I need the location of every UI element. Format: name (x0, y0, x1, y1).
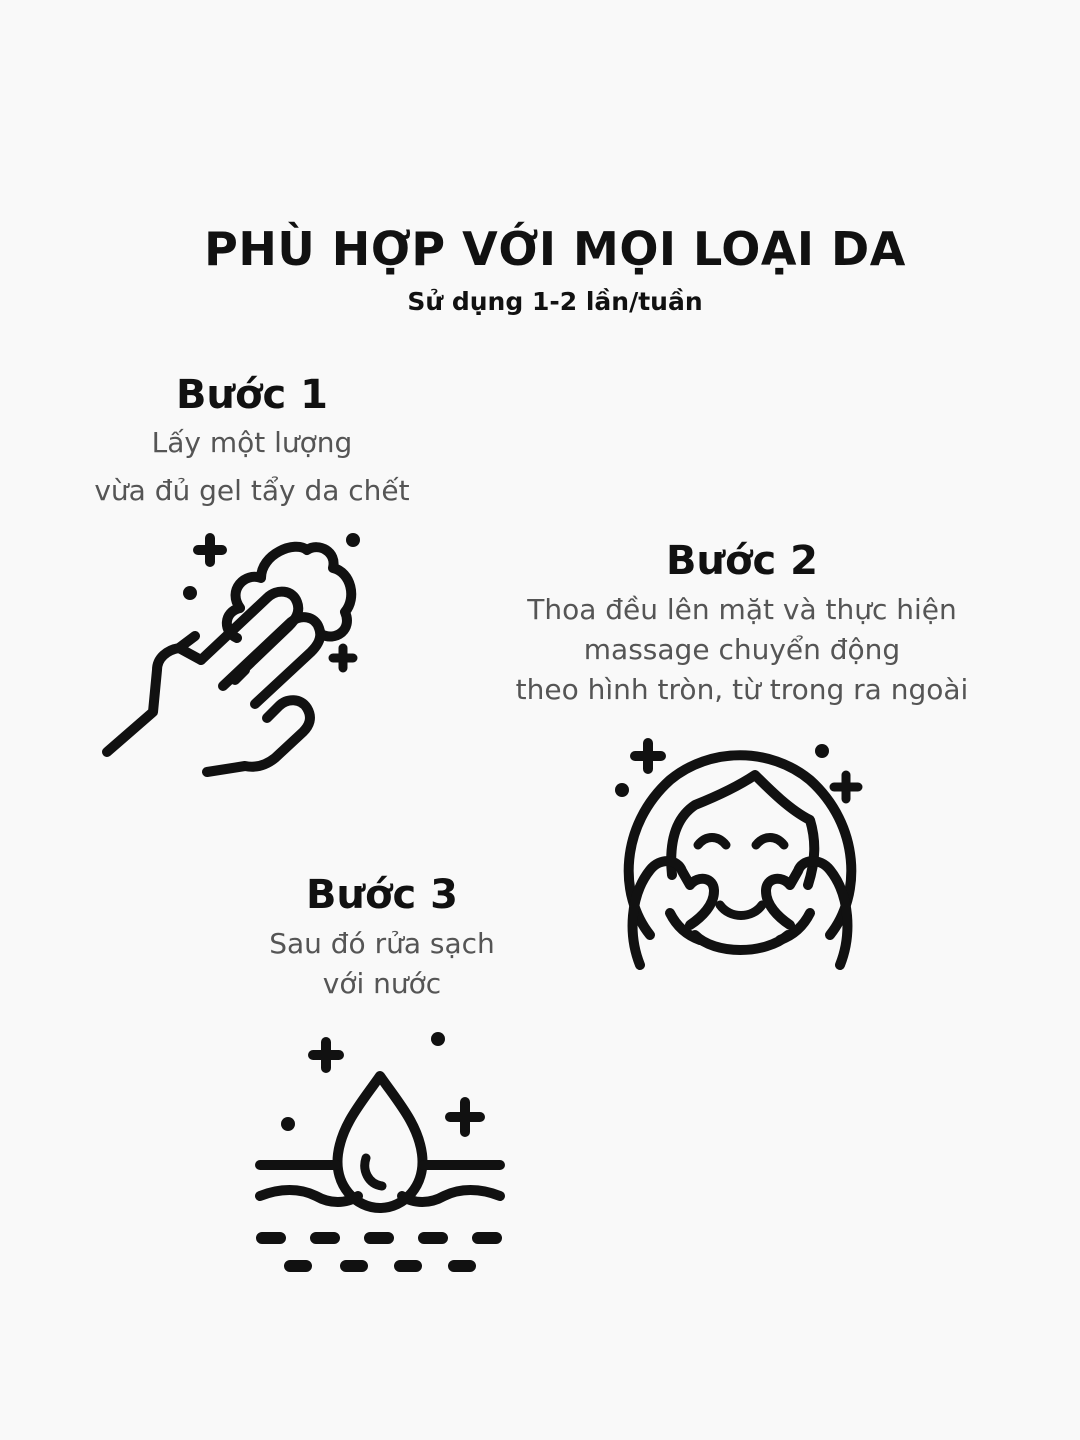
step-1-description-line: Lấy một lượng (151, 426, 353, 459)
step-3-description-line: với nước (322, 967, 442, 1000)
page-subtitle: Sử dụng 1-2 lần/tuần (407, 287, 703, 316)
step-1-description-line: vừa đủ gel tẩy da chết (94, 474, 410, 507)
step-3-title: Bước 3 (306, 872, 458, 918)
step-1-title: Bước 1 (176, 372, 328, 418)
step-2-description-line: theo hình tròn, từ trong ra ngoài (515, 673, 969, 706)
step-3-description-line: Sau đó rửa sạch (269, 927, 495, 960)
step-3-description: Sau đó rửa sạch với nước (182, 924, 582, 1004)
hand-foam-icon (102, 533, 360, 777)
step-2-description: Thoa đều lên mặt và thực hiện massage ch… (492, 590, 992, 710)
step-1-description: Lấy một lượng vừa đủ gel tẩy da chết (52, 423, 452, 511)
step-2-description-line: Thoa đều lên mặt và thực hiện (527, 593, 957, 626)
step-2-title: Bước 2 (666, 538, 818, 584)
page-title: PHÙ HỢP VỚI MỌI LOẠI DA (204, 222, 906, 276)
water-drop-skin-icon (255, 1032, 505, 1272)
face-massage-icon (615, 738, 863, 970)
step-2-description-line: massage chuyển động (583, 633, 901, 666)
